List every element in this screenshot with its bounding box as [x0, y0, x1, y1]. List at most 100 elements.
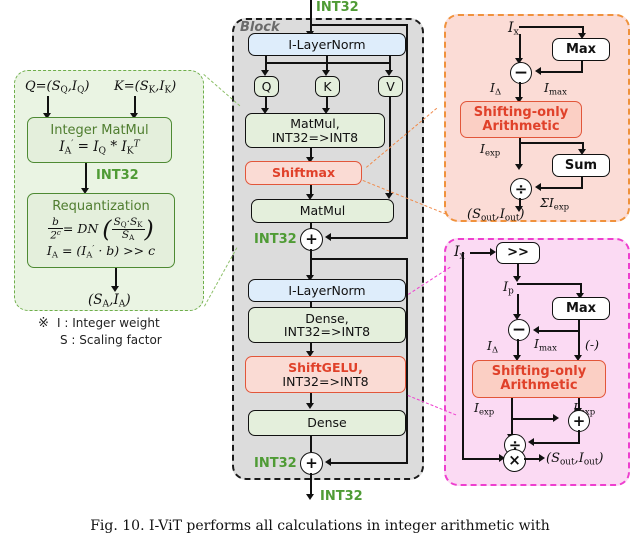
node-sm-sum[interactable]: Sum	[552, 154, 610, 177]
node-label: Max	[565, 41, 597, 57]
node-sg-shift[interactable]: >>	[496, 242, 540, 264]
panel-input-q: Q=(SQ,IQ)	[25, 79, 90, 96]
panel-output: (SA,IA)	[88, 292, 131, 310]
node-label-line1: ShiftGELU,	[288, 360, 363, 376]
add-op: +	[305, 454, 318, 472]
sg-ip-label: Ip	[503, 280, 514, 297]
sg-idelta-label: IΔ	[487, 338, 499, 356]
node-label: K	[323, 78, 332, 94]
edge	[310, 436, 312, 452]
node-formula-2: IA = (IA′ · b) >> c	[46, 243, 156, 261]
multiply-op: ×	[508, 451, 521, 469]
bottom-dtype-label: INT32	[320, 489, 363, 504]
node-shiftgelu[interactable]: ShiftGELU, INT32=>INT8	[245, 356, 406, 393]
sm-output-label: (Sout,Iout)	[467, 207, 525, 224]
arrowhead	[325, 458, 331, 466]
node-formula: IA′ = IQ * IKT	[59, 138, 140, 157]
sm-idelta-label: IΔ	[490, 80, 502, 98]
matmul-detail-panel	[14, 70, 204, 311]
arrowhead	[306, 403, 314, 409]
node-label: Q	[261, 78, 272, 94]
node-label: Max	[565, 300, 597, 316]
figure-canvas: Block INT32 I-LayerNorm Q K V MatMul, IN…	[0, 0, 640, 534]
edge	[540, 71, 583, 73]
node-q[interactable]: Q	[254, 76, 279, 97]
sm-input-label: Ix	[508, 20, 519, 38]
node-label-line2: INT32=>INT8	[283, 324, 371, 339]
sg-iexp-label: Iexp	[474, 400, 495, 418]
node-add-1[interactable]: +	[300, 228, 323, 251]
node-sm-subtract[interactable]: −	[510, 62, 532, 84]
edge-output	[310, 473, 312, 496]
node-label: V	[386, 78, 395, 94]
node-integer-matmul[interactable]: Integer MatMul IA′ = IQ * IKT	[27, 117, 172, 163]
node-k[interactable]: K	[315, 76, 340, 97]
node-label: Integer MatMul	[50, 122, 149, 138]
edge-input	[310, 0, 312, 32]
edge	[511, 418, 556, 420]
residual1-top	[310, 24, 408, 26]
sg-output-label: (Sout,Iout)	[546, 451, 604, 468]
node-label-line2: Arithmetic	[482, 118, 560, 134]
qkv-fanout-bar	[265, 62, 391, 64]
subtract-op: −	[511, 319, 527, 340]
panel-mid-dtype: INT32	[96, 168, 139, 183]
node-label: Shiftmax	[271, 165, 336, 181]
sg-neg-mark: (-)	[585, 337, 599, 352]
edge-ix-bypass	[462, 252, 464, 460]
node-sm-max[interactable]: Max	[552, 38, 610, 61]
edge	[511, 398, 513, 420]
node-requantization[interactable]: Requantization b 2c = DN (SQ·SK SA) IA = (I…	[27, 193, 175, 268]
sm-imax-label: Imax	[544, 80, 567, 98]
edge	[519, 34, 521, 60]
edge	[519, 26, 584, 28]
node-label: Sum	[564, 157, 598, 173]
node-label-line2: INT32=>INT8	[282, 373, 369, 389]
node-formula-1: b 2c = DN (SQ·SK SA)	[48, 214, 154, 243]
residual1-bottom	[330, 237, 408, 239]
node-sg-shifting-arithmetic[interactable]: Shifting-only Arithmetic	[472, 360, 606, 398]
top-dtype-label: INT32	[316, 0, 359, 15]
legend-integer-weight: I : Integer weight	[57, 316, 160, 330]
node-label: I-LayerNorm	[288, 282, 366, 298]
node-i-layernorm-2[interactable]: I-LayerNorm	[248, 279, 406, 302]
edge	[517, 294, 519, 316]
sm-sum-iexp-label: ΣIexp	[540, 195, 570, 213]
node-sm-divide[interactable]: ÷	[510, 178, 532, 200]
residual2-bottom	[330, 462, 408, 464]
node-v[interactable]: V	[378, 76, 403, 97]
node-sm-shifting-arithmetic[interactable]: Shifting-only Arithmetic	[460, 101, 582, 138]
node-sg-add[interactable]: +	[568, 410, 590, 432]
node-sg-max[interactable]: Max	[552, 297, 610, 320]
legend-mark-icon: ※	[38, 316, 49, 331]
node-dense-2[interactable]: Dense	[248, 410, 406, 436]
legend-scaling-factor: S : Scaling factor	[60, 333, 162, 347]
node-matmul-1[interactable]: MatMul, INT32=>INT8	[245, 113, 385, 148]
node-shiftmax[interactable]: Shiftmax	[245, 161, 362, 185]
node-dense-1[interactable]: Dense, INT32=>INT8	[248, 307, 406, 343]
add-op: +	[305, 230, 318, 248]
edge-ix-bypass-h	[462, 458, 502, 460]
edge	[470, 252, 492, 254]
node-i-layernorm-1[interactable]: I-LayerNorm	[248, 33, 406, 56]
arrowhead	[325, 233, 331, 241]
edge	[519, 142, 584, 144]
node-sg-multiply[interactable]: ×	[503, 449, 526, 472]
node-sg-subtract[interactable]: −	[508, 319, 530, 341]
node-add-2[interactable]: +	[300, 452, 323, 475]
node-label-line1: MatMul,	[290, 116, 340, 132]
arrowhead	[528, 438, 534, 446]
residual2-top	[310, 258, 408, 260]
arrowhead	[535, 183, 541, 191]
arrowhead	[515, 164, 523, 170]
node-label: Requantization	[52, 199, 150, 215]
arrowhead	[306, 494, 314, 500]
arrowhead	[535, 67, 541, 75]
subtract-op: −	[513, 62, 529, 83]
node-matmul-2[interactable]: MatMul	[251, 199, 394, 223]
arrowhead	[513, 276, 521, 282]
node-label-line1: Shifting-only	[473, 104, 569, 120]
add-op: +	[572, 411, 586, 430]
edge	[538, 330, 580, 332]
edge	[115, 268, 117, 288]
